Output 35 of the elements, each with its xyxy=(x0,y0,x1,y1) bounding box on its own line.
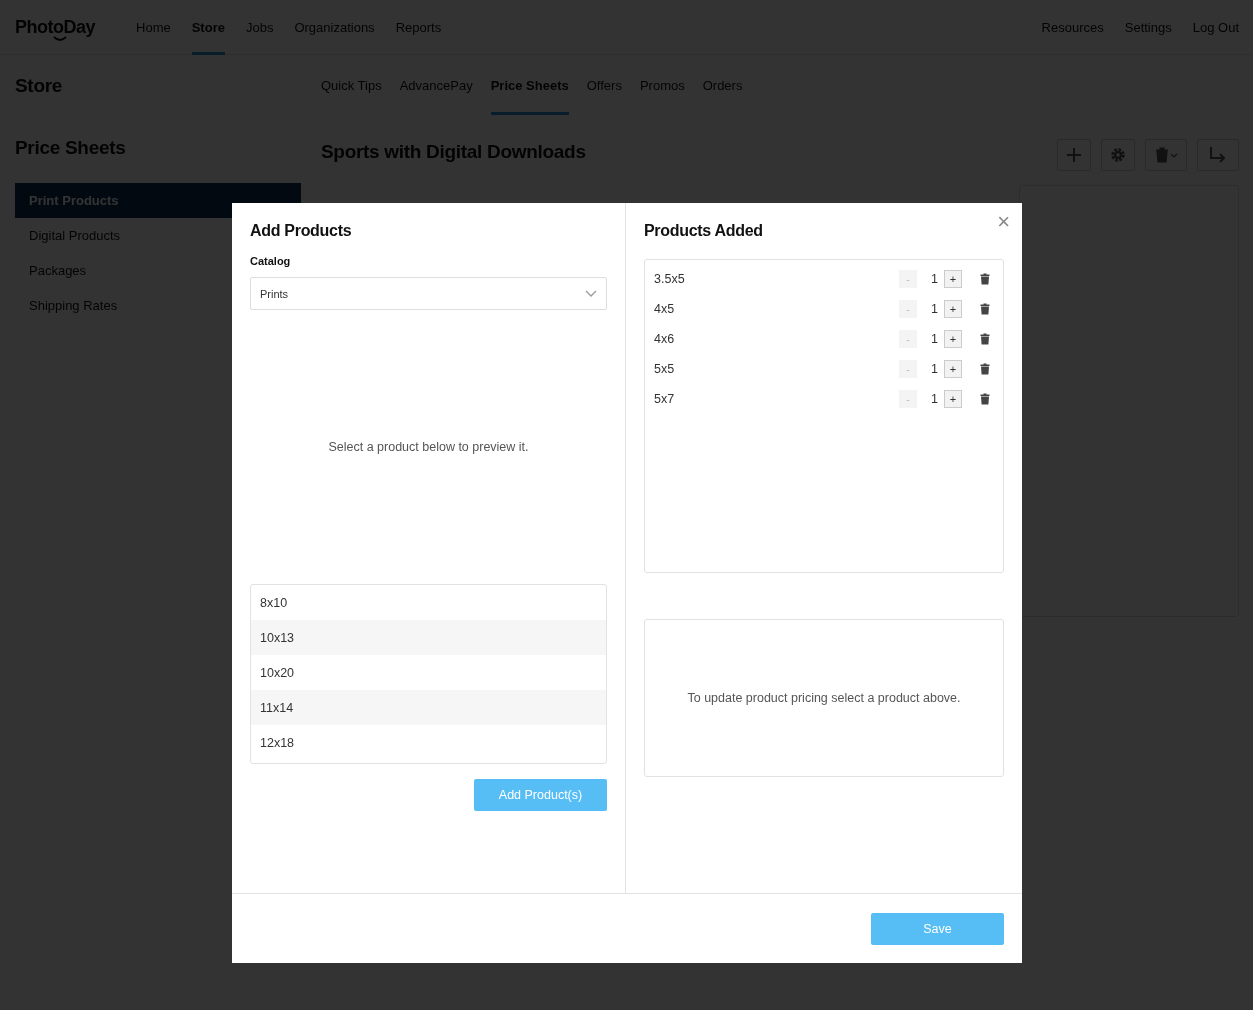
pricing-hint: To update product pricing select a product above. xyxy=(687,691,961,705)
quantity: 1 xyxy=(930,332,939,346)
chevron-down-icon xyxy=(585,290,597,297)
increment-button[interactable]: + xyxy=(944,270,962,288)
preview-hint: Select a product below to preview it. xyxy=(328,440,529,454)
product-list-item[interactable]: 12x18 xyxy=(251,725,606,760)
quantity: 1 xyxy=(930,302,939,316)
increment-button[interactable]: + xyxy=(944,330,962,348)
panel-title: Products Added xyxy=(644,221,764,241)
product-list-item[interactable]: 11x14 xyxy=(251,690,606,725)
catalog-dropdown[interactable]: Prints xyxy=(250,277,607,310)
field-label: Catalog xyxy=(250,255,292,267)
trash-icon[interactable] xyxy=(980,363,990,375)
trash-icon[interactable] xyxy=(980,303,990,315)
close-button[interactable]: × xyxy=(997,211,1010,233)
quantity: 1 xyxy=(930,272,939,286)
product-name: 5x5 xyxy=(654,362,676,376)
quantity: 1 xyxy=(930,362,939,376)
product-list-item[interactable]: 8x10 xyxy=(251,585,606,620)
product-name: 4x6 xyxy=(654,332,676,346)
increment-button[interactable]: + xyxy=(944,390,962,408)
product-list-item[interactable]: 10x20 xyxy=(251,655,606,690)
trash-icon[interactable] xyxy=(980,393,990,405)
increment-button[interactable]: + xyxy=(944,360,962,378)
trash-icon[interactable] xyxy=(980,273,990,285)
trash-icon[interactable] xyxy=(980,333,990,345)
quantity: 1 xyxy=(930,392,939,406)
product-name: 4x5 xyxy=(654,302,676,316)
add-products-button[interactable]: Add Product(s) xyxy=(474,779,607,811)
increment-button[interactable]: + xyxy=(944,300,962,318)
panel-title: Add Products xyxy=(250,221,353,241)
product-list-item[interactable]: 10x13 xyxy=(251,620,606,655)
save-button[interactable]: Save xyxy=(871,912,1004,945)
product-name: 3.5x5 xyxy=(654,272,686,286)
product-name: 5x7 xyxy=(654,392,676,406)
